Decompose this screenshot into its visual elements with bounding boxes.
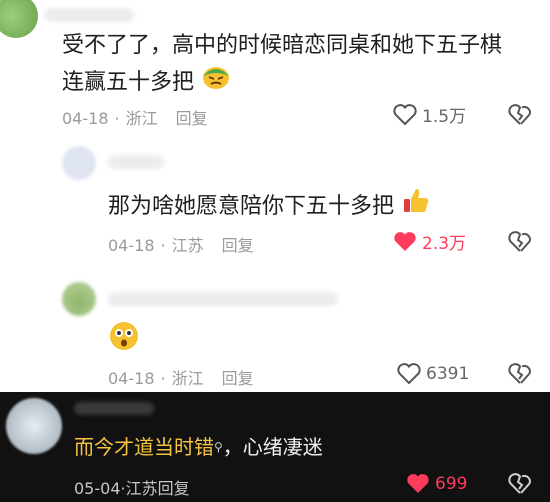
comment-date: 05-04 <box>74 479 121 498</box>
dislike-button[interactable] <box>507 230 533 258</box>
comment-meta: 04-18 · 浙江 回复 <box>108 369 254 388</box>
comment-location: 浙江 <box>125 109 158 128</box>
surprised-face-icon <box>108 320 140 356</box>
comment-text-line: 连赢五十多把 <box>62 70 195 95</box>
broken-heart-icon <box>508 104 531 125</box>
avatar[interactable] <box>6 398 62 454</box>
like-button[interactable]: 699 <box>405 472 467 496</box>
comment-text <box>108 320 140 356</box>
avatar[interactable] <box>0 0 38 38</box>
heart-outline-icon <box>393 103 417 125</box>
like-count: 2.3万 <box>422 234 467 254</box>
like-button[interactable]: 1.5万 <box>392 102 466 127</box>
comment-text-line: 受不了了，高中的时候暗恋同桌和她下五子棋 <box>62 33 503 58</box>
comment-text: 那为啥她愿意陪你下五十多把 <box>108 186 431 228</box>
username-blurred <box>44 8 134 22</box>
comment-date: 04-18 <box>108 369 155 388</box>
dislike-button[interactable] <box>507 362 533 390</box>
username-blurred <box>108 155 164 169</box>
avatar[interactable] <box>62 146 96 180</box>
search-icon[interactable]: ⚲ <box>214 440 223 454</box>
comment-location: 江苏 <box>171 236 204 255</box>
comment-meta: 05-04·江苏回复 <box>74 479 190 498</box>
username-blurred <box>74 402 154 415</box>
comment-meta: 04-18 · 浙江 回复 <box>62 109 208 128</box>
comment-meta: 04-18 · 江苏 回复 <box>108 236 254 255</box>
heart-filled-icon <box>394 231 416 251</box>
thumbs-up-icon <box>401 186 431 228</box>
like-count: 699 <box>435 474 468 494</box>
like-button[interactable]: 6391 <box>396 362 469 386</box>
highlighted-keyword[interactable]: 而今才道当时错 <box>74 435 214 459</box>
comment-date: 04-18 <box>108 236 155 255</box>
heart-filled-icon <box>407 474 429 493</box>
heart-outline-icon <box>397 363 421 385</box>
comment-text: 受不了了，高中的时候暗恋同桌和她下五子棋 连赢五十多把 <box>62 28 532 102</box>
reply-button[interactable]: 回复 <box>222 369 254 388</box>
username-blurred <box>108 292 338 306</box>
like-count: 6391 <box>426 364 470 384</box>
broken-heart-icon <box>508 473 531 494</box>
like-count: 1.5万 <box>422 107 467 127</box>
like-button[interactable]: 2.3万 <box>392 229 466 254</box>
reply-button[interactable]: 回复 <box>176 109 208 128</box>
broken-heart-icon <box>508 363 531 384</box>
comment-text: 而今才道当时错⚲，心绪凄迷 <box>74 435 323 459</box>
green-annoyed-face-icon <box>201 64 231 102</box>
reply-button[interactable]: 回复 <box>222 236 254 255</box>
comment-location: 浙江 <box>171 369 204 388</box>
reply-button[interactable]: 回复 <box>158 479 190 498</box>
comment-date: 04-18 <box>62 109 109 128</box>
broken-heart-icon <box>508 231 531 252</box>
avatar[interactable] <box>62 282 96 316</box>
dislike-button[interactable] <box>507 472 533 500</box>
comment-location: 江苏 <box>125 479 158 498</box>
dislike-button[interactable] <box>507 103 533 131</box>
